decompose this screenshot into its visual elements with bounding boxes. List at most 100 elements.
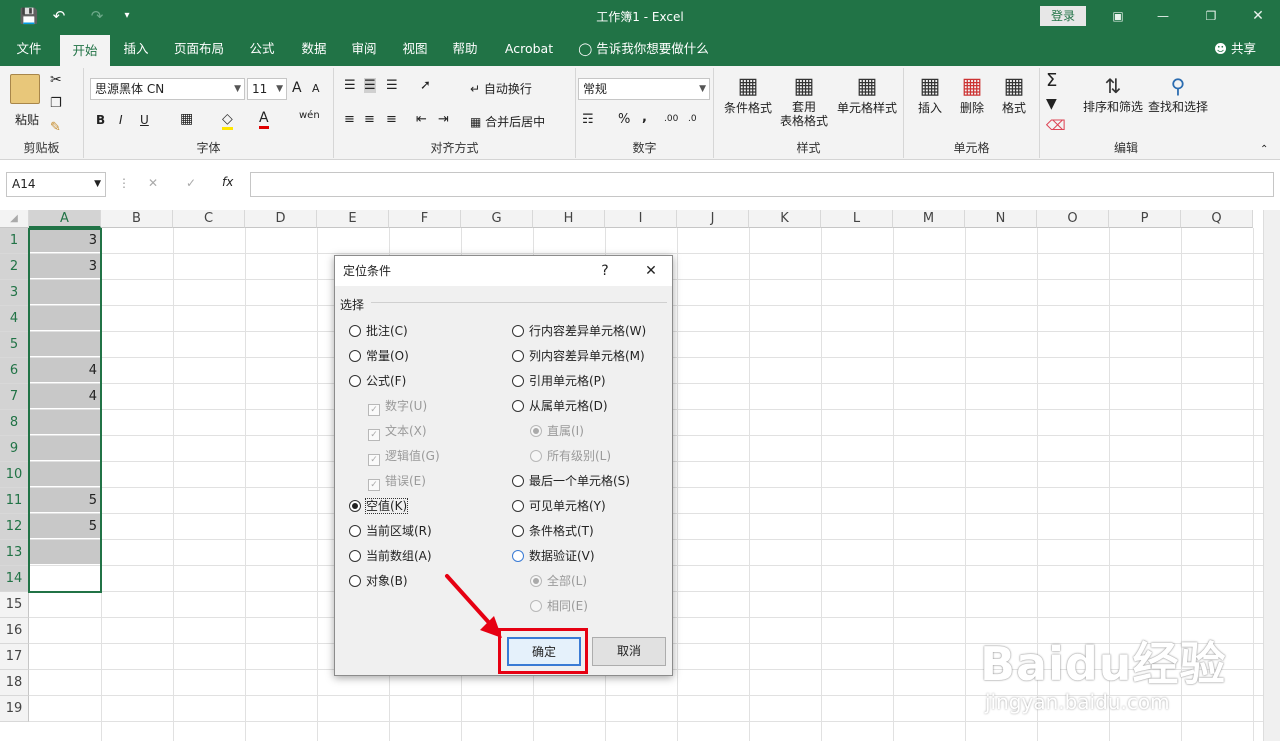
format-cells-button[interactable]: ▦ 格式 xyxy=(994,74,1034,116)
row-header-6[interactable]: 6 xyxy=(0,358,29,384)
tab-page-layout[interactable]: 页面布局 xyxy=(168,33,230,66)
row-header-2[interactable]: 2 xyxy=(0,254,29,280)
option-right-2[interactable]: 引用单元格(P) xyxy=(512,373,606,389)
tab-insert[interactable]: 插入 xyxy=(112,33,160,66)
insert-function-icon[interactable]: fx xyxy=(222,175,233,189)
option-left-10[interactable]: 对象(B) xyxy=(349,573,408,589)
shrink-font-button[interactable]: A xyxy=(312,82,320,95)
column-header-i[interactable]: I xyxy=(605,210,677,228)
row-header-10[interactable]: 10 xyxy=(0,462,29,488)
tab-file[interactable]: 文件 xyxy=(5,33,53,66)
bold-button[interactable]: B xyxy=(96,113,105,127)
row-header-18[interactable]: 18 xyxy=(0,670,29,696)
merge-center-button[interactable]: ▦ 合并后居中 xyxy=(470,113,545,130)
column-header-q[interactable]: Q xyxy=(1181,210,1253,228)
decrease-decimal-button[interactable]: .0 xyxy=(688,114,697,124)
decrease-indent-icon[interactable]: ⇤ xyxy=(416,112,427,127)
option-left-1[interactable]: 常量(O) xyxy=(349,348,409,364)
row-header-9[interactable]: 9 xyxy=(0,436,29,462)
column-header-c[interactable]: C xyxy=(173,210,245,228)
font-size-select[interactable]: 11 ▼ xyxy=(247,78,287,100)
tab-formulas[interactable]: 公式 xyxy=(240,33,284,66)
tab-view[interactable]: 视图 xyxy=(393,33,437,66)
wrap-text-button[interactable]: ↵ 自动换行 xyxy=(470,80,532,97)
column-header-d[interactable]: D xyxy=(245,210,317,228)
row-header-12[interactable]: 12 xyxy=(0,514,29,540)
fill-icon[interactable]: ▼ xyxy=(1046,96,1057,112)
option-left-8[interactable]: 当前区域(R) xyxy=(349,523,432,539)
column-header-j[interactable]: J xyxy=(677,210,749,228)
grow-font-button[interactable]: A xyxy=(292,80,302,96)
option-right-0[interactable]: 行内容差异单元格(W) xyxy=(512,323,646,339)
number-format-select[interactable]: 常规 ▼ xyxy=(578,78,710,100)
find-select-button[interactable]: ⚲ 查找和选择 xyxy=(1144,74,1212,115)
align-center-icon[interactable]: ≡ xyxy=(364,112,375,127)
option-right-3[interactable]: 从属单元格(D) xyxy=(512,398,608,414)
row-header-19[interactable]: 19 xyxy=(0,696,29,722)
tab-data[interactable]: 数据 xyxy=(292,33,336,66)
accounting-icon[interactable]: ☶ xyxy=(582,112,594,127)
formula-input[interactable] xyxy=(250,172,1274,197)
row-header-5[interactable]: 5 xyxy=(0,332,29,358)
font-name-select[interactable]: 思源黑体 CN ▼ xyxy=(90,78,245,100)
option-right-7[interactable]: 可见单元格(Y) xyxy=(512,498,606,514)
tab-home[interactable]: 开始 xyxy=(60,33,110,66)
row-header-17[interactable]: 17 xyxy=(0,644,29,670)
border-icon[interactable]: ▦ xyxy=(180,111,193,127)
column-header-p[interactable]: P xyxy=(1109,210,1181,228)
column-header-k[interactable]: K xyxy=(749,210,821,228)
cut-icon[interactable]: ✂ xyxy=(50,72,62,88)
autosum-icon[interactable]: Σ xyxy=(1046,70,1057,91)
fill-color-icon[interactable]: ◇ xyxy=(222,111,233,130)
close-icon[interactable]: ✕ xyxy=(1243,6,1273,26)
option-left-7[interactable]: 空值(K) xyxy=(349,498,409,514)
row-header-14[interactable]: 14 xyxy=(0,566,29,592)
comma-button[interactable]: , xyxy=(642,110,647,125)
orientation-icon[interactable]: ➚ xyxy=(420,78,431,93)
option-left-9[interactable]: 当前数组(A) xyxy=(349,548,432,564)
align-bottom-icon[interactable]: ☰ xyxy=(386,78,398,93)
help-icon[interactable]: ? xyxy=(591,256,619,286)
cancel-entry-icon[interactable]: ✕ xyxy=(148,176,158,190)
tab-review[interactable]: 审阅 xyxy=(342,33,386,66)
format-as-table-button[interactable]: ▦ 套用 表格格式 xyxy=(774,74,834,128)
italic-button[interactable]: I xyxy=(119,113,123,127)
login-button[interactable]: 登录 xyxy=(1040,6,1086,26)
column-header-e[interactable]: E xyxy=(317,210,389,228)
row-header-1[interactable]: 1 xyxy=(0,228,29,254)
conditional-format-button[interactable]: ▦ 条件格式 xyxy=(720,74,776,116)
close-icon[interactable]: ✕ xyxy=(637,256,665,286)
phonetic-button[interactable]: wén xyxy=(299,110,320,121)
column-header-g[interactable]: G xyxy=(461,210,533,228)
ribbon-display-icon[interactable]: ▣ xyxy=(1103,6,1133,26)
insert-cells-button[interactable]: ▦ 插入 xyxy=(910,74,950,116)
row-header-4[interactable]: 4 xyxy=(0,306,29,332)
align-middle-icon[interactable]: ☰ xyxy=(364,78,376,93)
column-header-m[interactable]: M xyxy=(893,210,965,228)
row-header-15[interactable]: 15 xyxy=(0,592,29,618)
column-header-l[interactable]: L xyxy=(821,210,893,228)
option-left-2[interactable]: 公式(F) xyxy=(349,373,406,389)
share-button[interactable]: ☻ 共享 xyxy=(1205,33,1265,66)
sort-filter-button[interactable]: ⇅ 排序和筛选 xyxy=(1078,74,1148,115)
column-header-n[interactable]: N xyxy=(965,210,1037,228)
row-header-11[interactable]: 11 xyxy=(0,488,29,514)
minimize-icon[interactable]: — xyxy=(1148,6,1178,26)
align-left-icon[interactable]: ≡ xyxy=(344,112,355,127)
row-header-8[interactable]: 8 xyxy=(0,410,29,436)
column-header-a[interactable]: A xyxy=(29,210,101,228)
align-top-icon[interactable]: ☰ xyxy=(344,78,356,93)
option-right-1[interactable]: 列内容差异单元格(M) xyxy=(512,348,645,364)
name-box[interactable]: A14 ▼ xyxy=(6,172,106,197)
copy-icon[interactable]: ❐ xyxy=(50,96,62,111)
tell-me-search[interactable]: ◯ 告诉我你想要做什么 xyxy=(576,33,711,66)
cancel-button[interactable]: 取消 xyxy=(592,637,666,666)
option-left-0[interactable]: 批注(C) xyxy=(349,323,408,339)
select-all-corner[interactable]: ◢ xyxy=(0,210,29,228)
clear-icon[interactable]: ⌫ xyxy=(1046,118,1066,134)
confirm-entry-icon[interactable]: ✓ xyxy=(186,176,196,190)
row-header-7[interactable]: 7 xyxy=(0,384,29,410)
cell-styles-button[interactable]: ▦ 单元格样式 xyxy=(834,74,900,116)
delete-cells-button[interactable]: ▦ 删除 xyxy=(952,74,992,116)
align-right-icon[interactable]: ≡ xyxy=(386,112,397,127)
